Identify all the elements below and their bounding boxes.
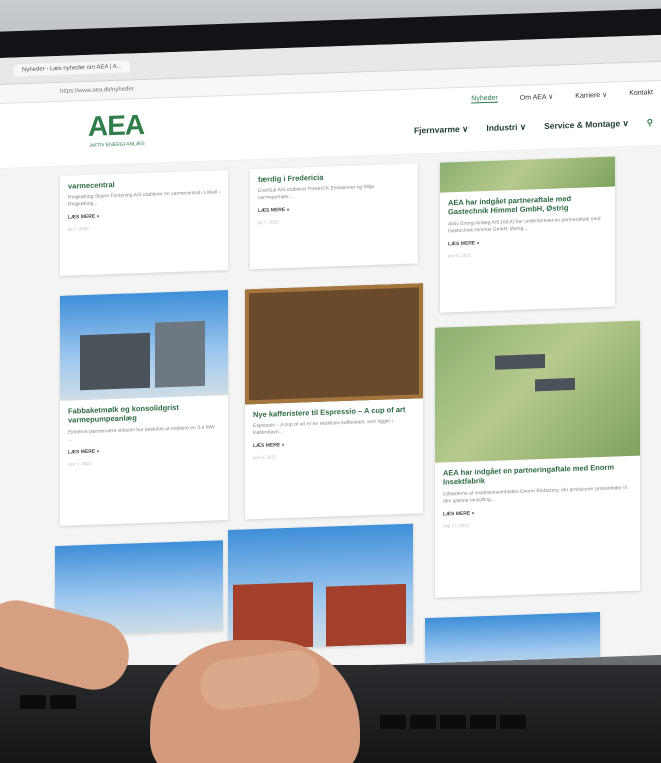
aea-logo[interactable]: AEA <box>88 109 144 143</box>
card-image[interactable] <box>60 290 228 401</box>
news-card[interactable]: AEA har indgået partneraftale med Gastec… <box>440 156 615 313</box>
nav-service-montage[interactable]: Service & Montage ∨ <box>544 118 629 132</box>
main-nav: Fjernvarme ∨ Industri ∨ Service & Montag… <box>414 117 653 136</box>
search-icon[interactable]: ⚲ <box>647 117 653 128</box>
card-image[interactable] <box>245 283 423 405</box>
nav-kontakt[interactable]: Kontakt <box>629 89 653 98</box>
nav-fjernvarme[interactable]: Fjernvarme ∨ <box>414 124 468 137</box>
laptop-screen: Nyheder - Læs nyheder om AEA | A... http… <box>0 34 661 679</box>
card-image[interactable] <box>435 320 640 463</box>
browser-tab[interactable]: Nyheder - Læs nyheder om AEA | A... <box>14 60 130 77</box>
photo-scene: Nyheder - Læs nyheder om AEA | A... http… <box>0 0 661 763</box>
logo-subtitle: AKTIV ENERGI ANLÆG <box>90 140 145 149</box>
news-card-image-only[interactable] <box>228 523 413 651</box>
news-card[interactable]: Nye kafferistere til Espressio – A cup o… <box>245 283 423 520</box>
card-image[interactable] <box>440 156 615 193</box>
news-card[interactable]: Fabbaketmølk og konsolidgrist varmepumpe… <box>60 290 228 526</box>
news-card[interactable]: AEA har indgået en partneringaftale med … <box>435 320 640 598</box>
news-card[interactable]: færdig i Fredericia EnerGal A/S etablere… <box>250 163 418 270</box>
top-nav: Nyheder Om AEA ∨ Karriere ∨ Kontakt <box>471 89 653 104</box>
nav-nyheder[interactable]: Nyheder <box>471 94 498 104</box>
nav-industri[interactable]: Industri ∨ <box>486 122 526 134</box>
news-card[interactable]: varmecentral Ringkøbing-Skjern Forsyning… <box>60 170 228 276</box>
nav-karriere[interactable]: Karriere ∨ <box>575 91 607 100</box>
nav-om-aea[interactable]: Om AEA ∨ <box>520 93 554 102</box>
card-image[interactable] <box>228 523 413 651</box>
